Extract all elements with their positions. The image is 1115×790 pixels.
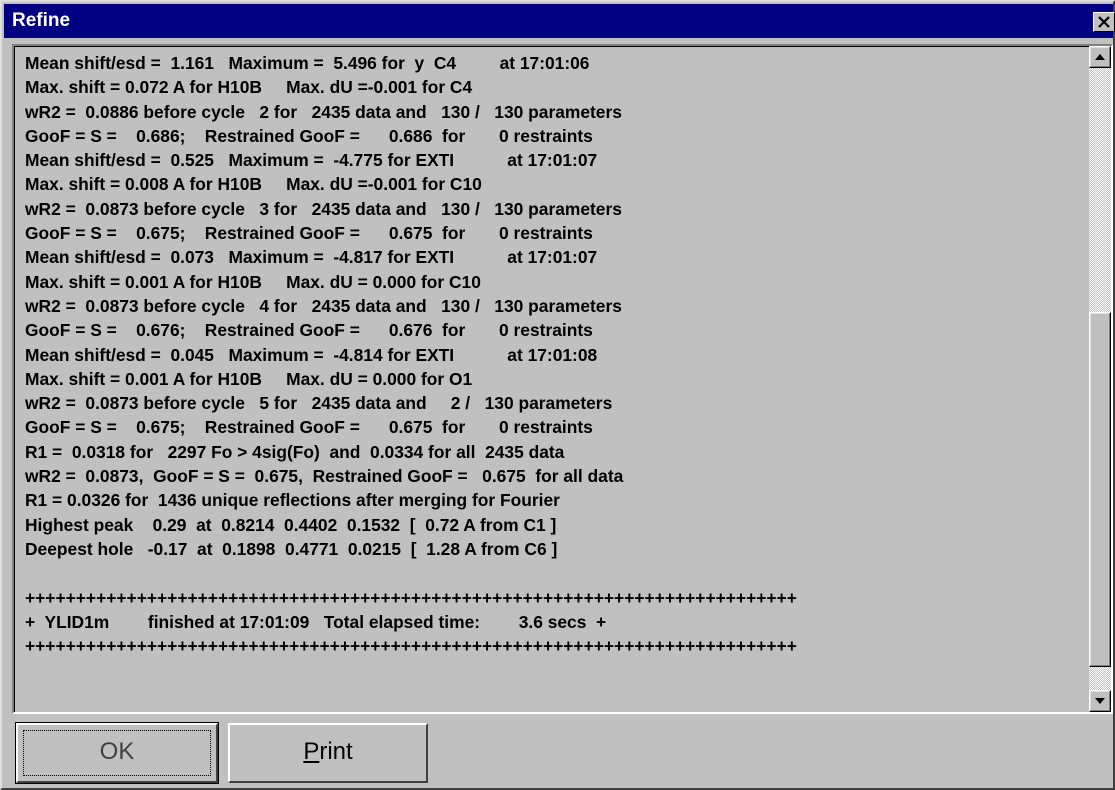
arrow-down-icon (1095, 698, 1105, 704)
log-line: Max. shift = 0.072 A for H10B Max. dU =-… (25, 77, 473, 98)
log-line: ++++++++++++++++++++++++++++++++++++++++… (25, 636, 797, 657)
scroll-down-button[interactable] (1089, 690, 1111, 712)
scroll-up-button[interactable] (1089, 46, 1111, 68)
log-line: Mean shift/esd = 0.525 Maximum = -4.775 … (25, 150, 598, 171)
log-line: ++++++++++++++++++++++++++++++++++++++++… (25, 587, 797, 608)
scrollbar-thumb[interactable] (1089, 312, 1111, 667)
log-line: wR2 = 0.0886 before cycle 2 for 2435 dat… (25, 101, 622, 122)
refine-dialog: Refine Mean shift/esd = 1.161 Maximum = … (0, 0, 1115, 790)
log-line: GooF = S = 0.686; Restrained GooF = 0.68… (25, 125, 593, 146)
log-line: Mean shift/esd = 0.045 Maximum = -4.814 … (25, 344, 598, 365)
log-line: Mean shift/esd = 0.073 Maximum = -4.817 … (25, 247, 598, 268)
log-output-panel[interactable]: Mean shift/esd = 1.161 Maximum = 5.496 f… (12, 44, 1113, 714)
log-line: wR2 = 0.0873 before cycle 3 for 2435 dat… (25, 198, 622, 219)
log-line: Mean shift/esd = 1.161 Maximum = 5.496 f… (25, 53, 590, 73)
log-line: Max. shift = 0.001 A for H10B Max. dU = … (25, 271, 481, 292)
log-line: GooF = S = 0.676; Restrained GooF = 0.67… (25, 320, 593, 341)
print-mnemonic: P (303, 738, 320, 765)
log-text: Mean shift/esd = 1.161 Maximum = 5.496 f… (25, 51, 797, 658)
vertical-scrollbar[interactable] (1089, 46, 1111, 712)
arrow-up-icon (1095, 54, 1105, 60)
log-line: R1 = 0.0318 for 2297 Fo > 4sig(Fo) and 0… (25, 441, 565, 462)
log-line: R1 = 0.0326 for 1436 unique reflections … (25, 490, 560, 511)
log-line: Max. shift = 0.001 A for H10B Max. dU = … (25, 368, 473, 389)
log-line: Max. shift = 0.008 A for H10B Max. dU =-… (25, 174, 482, 195)
print-button-label: rint (319, 738, 353, 765)
window-title: Refine (12, 10, 71, 31)
log-line: GooF = S = 0.675; Restrained GooF = 0.67… (25, 417, 593, 438)
log-line: wR2 = 0.0873, GooF = S = 0.675, Restrain… (25, 466, 624, 487)
log-line: Deepest hole -0.17 at 0.1898 0.4771 0.02… (25, 538, 558, 559)
ok-button[interactable]: OK (15, 722, 219, 784)
title-bar[interactable]: Refine (4, 4, 1115, 38)
print-button[interactable]: Print (228, 723, 428, 783)
log-line: + YLID1m finished at 17:01:09 Total elap… (25, 611, 607, 632)
log-line: GooF = S = 0.675; Restrained GooF = 0.67… (25, 223, 593, 244)
ok-button-label: OK (99, 738, 135, 765)
close-icon (1098, 16, 1110, 28)
log-line: wR2 = 0.0873 before cycle 5 for 2435 dat… (25, 393, 613, 414)
log-viewport: Mean shift/esd = 1.161 Maximum = 5.496 f… (14, 46, 1089, 712)
log-line: wR2 = 0.0873 before cycle 4 for 2435 dat… (25, 295, 622, 316)
close-button[interactable] (1093, 12, 1115, 32)
log-line: Highest peak 0.29 at 0.8214 0.4402 0.153… (25, 514, 557, 535)
